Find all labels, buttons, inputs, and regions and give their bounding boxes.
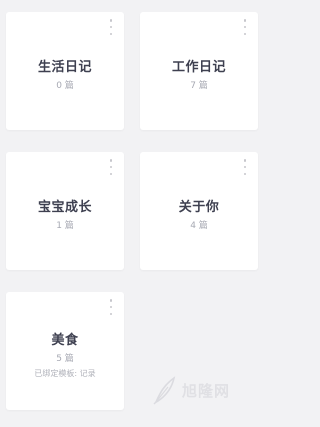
diary-grid: 生活日记 0 篇 工作日记 7 篇 宝宝成长 1 篇 关于你 4 篇 美食 5 … <box>0 0 266 427</box>
diary-title: 工作日记 <box>171 60 226 75</box>
watermark: 旭隆网 <box>152 370 262 410</box>
diary-card-work[interactable]: 工作日记 7 篇 <box>140 12 258 130</box>
more-vertical-icon[interactable] <box>108 299 114 315</box>
more-vertical-icon[interactable] <box>108 159 114 175</box>
diary-card-about-you[interactable]: 关于你 4 篇 <box>140 152 258 270</box>
more-vertical-icon[interactable] <box>108 19 114 35</box>
diary-title: 宝宝成长 <box>37 200 92 215</box>
diary-count: 5 篇 <box>56 354 74 364</box>
watermark-text: 旭隆网 <box>182 381 231 400</box>
diary-card-food[interactable]: 美食 5 篇 已绑定模板: 记录 <box>6 292 124 410</box>
diary-count: 4 篇 <box>190 221 208 231</box>
diary-count: 1 篇 <box>56 221 74 231</box>
diary-title: 关于你 <box>178 200 220 215</box>
diary-card-life[interactable]: 生活日记 0 篇 <box>6 12 124 130</box>
diary-title: 生活日记 <box>37 60 92 75</box>
diary-card-baby-growth[interactable]: 宝宝成长 1 篇 <box>6 152 124 270</box>
bound-template-label: 已绑定模板: 记录 <box>34 369 96 378</box>
diary-title: 美食 <box>51 333 79 348</box>
more-vertical-icon[interactable] <box>242 19 248 35</box>
more-vertical-icon[interactable] <box>242 159 248 175</box>
feather-icon <box>153 376 176 405</box>
diary-count: 0 篇 <box>56 81 74 91</box>
diary-count: 7 篇 <box>190 81 208 91</box>
